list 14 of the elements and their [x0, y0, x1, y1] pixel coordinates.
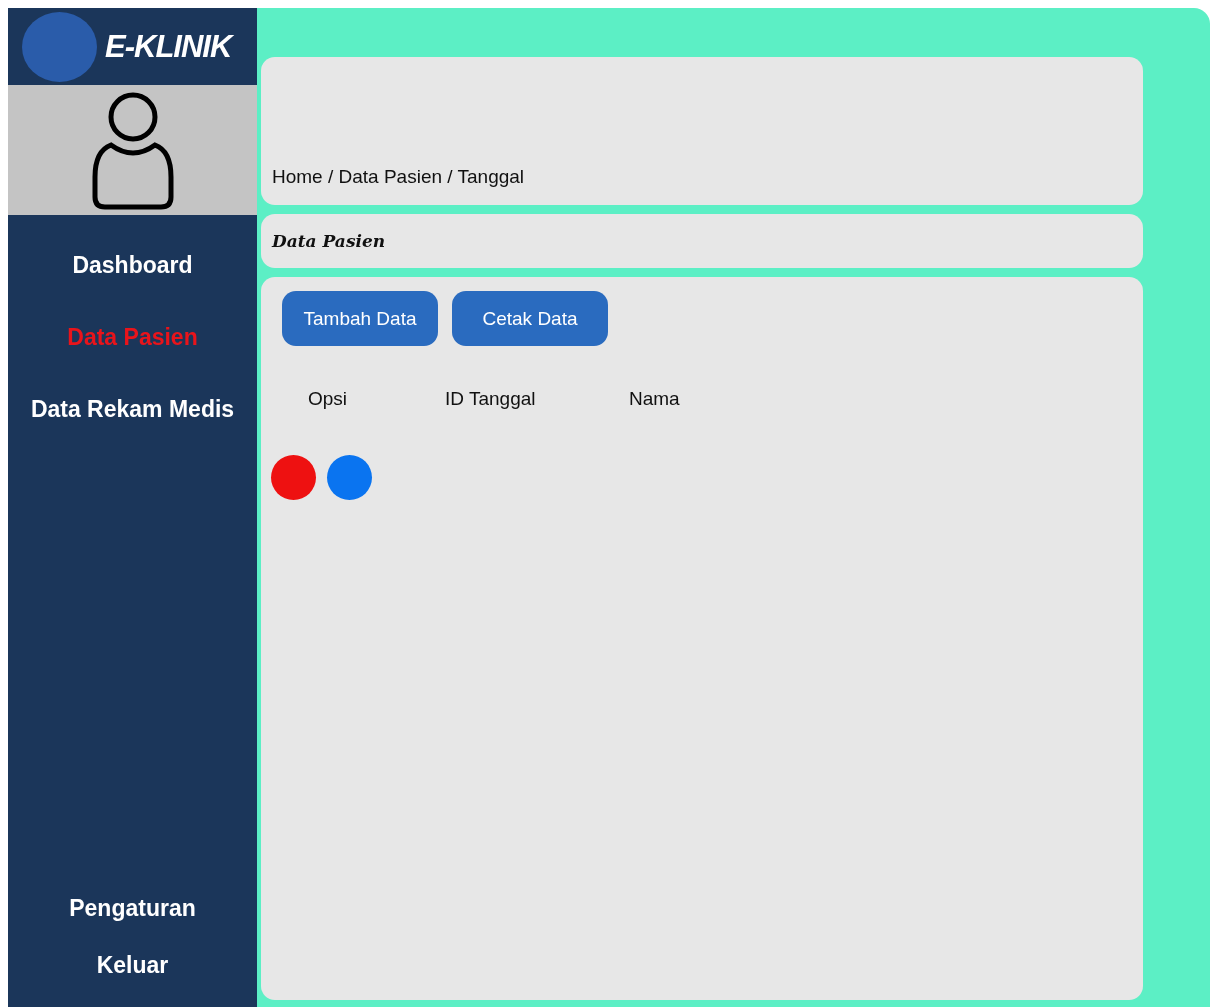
app-logo: E-KLINIK	[105, 28, 232, 65]
nav-item[interactable]: Pengaturan	[69, 895, 196, 922]
add-button[interactable]: Tambah Data	[282, 291, 438, 346]
breadcrumb: Home / Data Pasien / Tanggal	[272, 166, 525, 188]
nav-item[interactable]: Data Rekam Medis	[30, 396, 235, 423]
nav-item[interactable]: Dashboard	[72, 252, 193, 279]
column-header: Nama	[629, 388, 680, 410]
print-button[interactable]: Cetak Data	[452, 291, 608, 346]
nav-item[interactable]: Keluar	[96, 952, 169, 979]
column-header: Opsi	[308, 388, 349, 410]
action-dot[interactable]	[271, 455, 316, 500]
action-dot[interactable]	[327, 455, 372, 500]
section-title: Data Pasien	[272, 231, 386, 251]
column-header: ID Tanggal	[445, 388, 537, 410]
